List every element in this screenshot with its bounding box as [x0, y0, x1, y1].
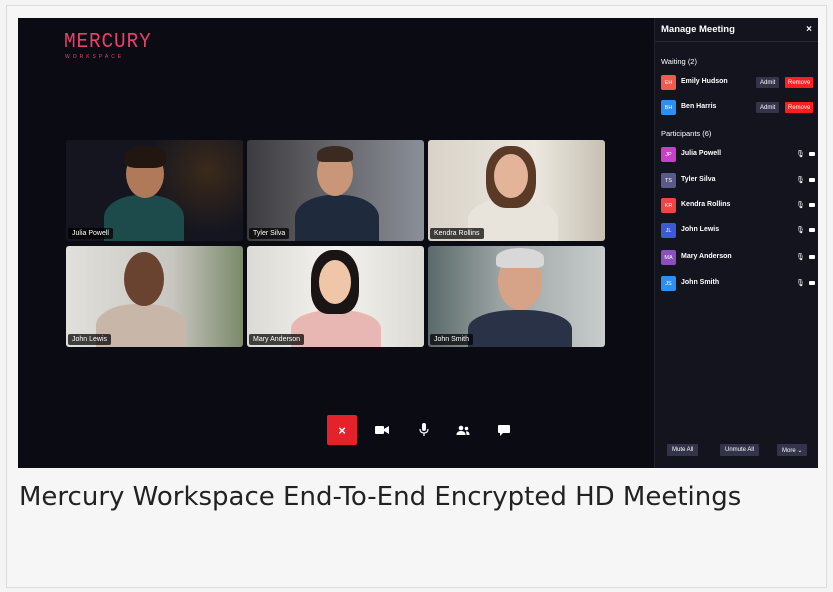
person-hair [496, 248, 544, 268]
avatar: EH [661, 75, 676, 90]
person-hair [317, 146, 353, 162]
video-camera-icon[interactable] [809, 228, 815, 232]
participant-row: JL John Lewis 🎙 [661, 223, 815, 238]
video-tile[interactable]: Kendra Rollins [428, 140, 605, 241]
video-tile[interactable]: John Lewis [66, 246, 243, 347]
participant-name: Tyler Silva [681, 176, 716, 183]
avatar: JP [661, 147, 676, 162]
person-silhouette [295, 195, 379, 241]
video-camera-icon [375, 426, 389, 434]
participants-label: Participants (6) [661, 129, 712, 138]
participant-row: JS John Smith 🎙 [661, 276, 815, 291]
avatar: JS [661, 276, 676, 291]
waiting-row: EH Emily Hudson Admit Remove [661, 75, 815, 90]
avatar: KR [661, 198, 676, 213]
microphone-icon[interactable]: 🎙 [796, 176, 805, 184]
avatar: MA [661, 250, 676, 265]
participant-row: KR Kendra Rollins 🎙 [661, 198, 815, 213]
unmute-all-button[interactable]: Unmute All [720, 444, 760, 456]
panel-header: Manage Meeting × [655, 18, 818, 42]
participant-name: John Smith [681, 279, 720, 286]
tile-name-label: Mary Anderson [249, 334, 305, 345]
logo-main-text: MERCURY [64, 31, 152, 54]
waiting-name: Ben Harris [681, 103, 717, 110]
admit-button[interactable]: Admit [756, 77, 780, 88]
avatar: TS [661, 173, 676, 188]
end-call-icon: × [338, 422, 346, 438]
mute-all-button[interactable]: Mute All [667, 444, 699, 456]
tile-name-label: Tyler Silva [249, 228, 290, 239]
video-camera-icon[interactable] [809, 152, 815, 156]
video-tile[interactable]: Mary Anderson [247, 246, 424, 347]
participant-name: Julia Powell [681, 150, 722, 157]
video-camera-icon[interactable] [809, 281, 815, 285]
person-silhouette [468, 310, 572, 347]
person-silhouette [104, 195, 184, 241]
participant-row: MA Mary Anderson 🎙 [661, 250, 815, 265]
person-silhouette [291, 310, 381, 347]
microphone-icon[interactable]: 🎙 [796, 253, 805, 261]
video-tile[interactable]: Julia Powell [66, 140, 243, 241]
person-head [494, 154, 528, 198]
participant-name: Kendra Rollins [681, 201, 731, 208]
camera-button[interactable] [368, 416, 396, 444]
manage-meeting-panel: Manage Meeting × Waiting (2) EH Emily Hu… [654, 18, 818, 468]
person-hair [124, 146, 166, 168]
chat-button[interactable] [490, 416, 518, 444]
call-controls: × [327, 415, 527, 445]
microphone-icon[interactable]: 🎙 [796, 279, 805, 287]
chat-bubble-icon [498, 424, 510, 436]
tile-name-label: John Lewis [68, 334, 112, 345]
avatar: JL [661, 223, 676, 238]
panel-title: Manage Meeting [661, 24, 735, 35]
admit-button[interactable]: Admit [756, 102, 780, 113]
microphone-icon[interactable]: 🎙 [796, 150, 805, 158]
video-camera-icon[interactable] [809, 255, 815, 259]
tile-name-label: Julia Powell [68, 228, 113, 239]
end-call-button[interactable]: × [327, 415, 357, 445]
close-icon[interactable]: × [806, 24, 812, 35]
participants-button[interactable] [449, 416, 477, 444]
avatar: BH [661, 100, 676, 115]
remove-button[interactable]: Remove [785, 77, 814, 88]
person-head [319, 260, 351, 304]
participant-row: JP Julia Powell 🎙 [661, 147, 815, 162]
participant-name: John Lewis [681, 226, 720, 233]
video-tile[interactable]: Tyler Silva [247, 140, 424, 241]
more-button[interactable]: More ⌄ [777, 444, 808, 456]
tile-name-label: John Smith [430, 334, 474, 345]
remove-button[interactable]: Remove [785, 102, 814, 113]
waiting-label: Waiting (2) [661, 57, 697, 66]
video-tile[interactable]: John Smith [428, 246, 605, 347]
figure-caption: Mercury Workspace End-To-End Encrypted H… [19, 482, 742, 512]
logo-sub-text: WORKSPACE [65, 54, 125, 60]
mic-button[interactable] [410, 416, 438, 444]
waiting-row: BH Ben Harris Admit Remove [661, 100, 815, 115]
microphone-icon [419, 423, 429, 436]
meeting-screenshot: MERCURY WORKSPACE Julia Powell Tyler Sil… [18, 18, 818, 468]
people-icon [456, 425, 470, 435]
video-camera-icon[interactable] [809, 178, 815, 182]
participant-name: Mary Anderson [681, 253, 732, 260]
waiting-name: Emily Hudson [681, 78, 728, 85]
mercury-logo: MERCURY WORKSPACE [64, 31, 159, 61]
person-head [124, 252, 164, 306]
participant-row: TS Tyler Silva 🎙 [661, 173, 815, 188]
microphone-icon[interactable]: 🎙 [796, 201, 805, 209]
microphone-icon[interactable]: 🎙 [796, 226, 805, 234]
tile-name-label: Kendra Rollins [430, 228, 484, 239]
video-camera-icon[interactable] [809, 203, 815, 207]
